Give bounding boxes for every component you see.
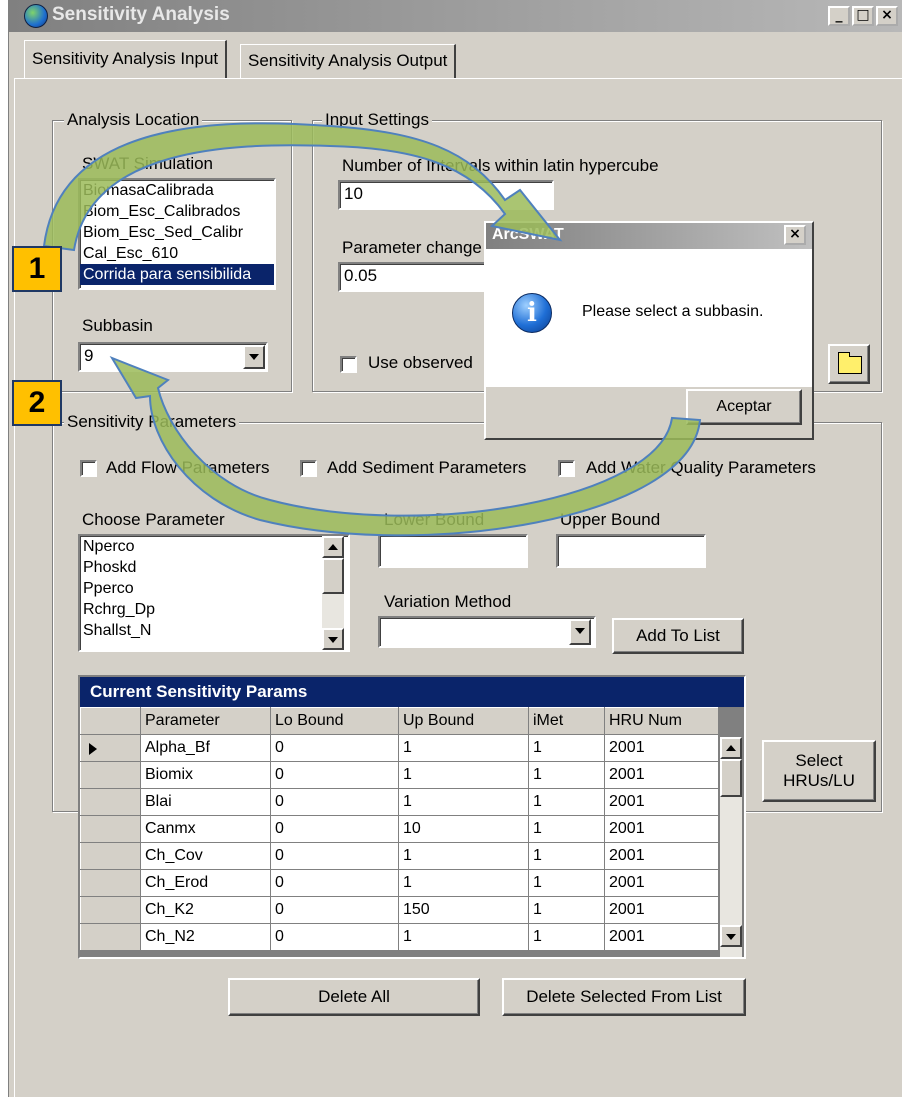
callout-step-1: 1 <box>12 246 62 292</box>
arrow-2 <box>109 355 702 537</box>
annotation-arrows <box>42 122 702 537</box>
arrow-1 <box>42 122 563 252</box>
callout-step-2: 2 <box>12 380 62 426</box>
